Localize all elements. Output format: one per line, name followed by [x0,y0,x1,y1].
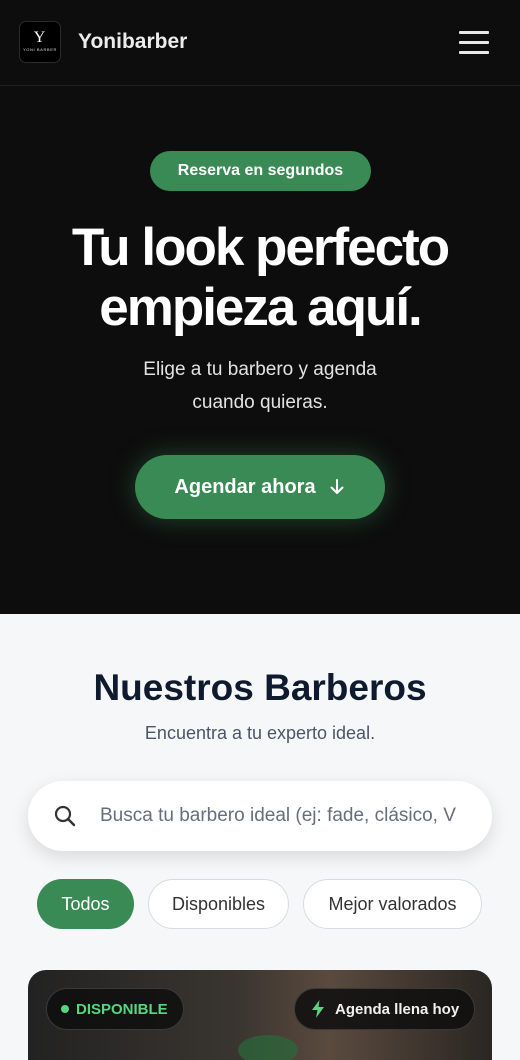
hero-subtitle-line2: cuando quieras. [192,392,328,413]
barber-card[interactable]: DISPONIBLE Agenda llena hoy [28,970,492,1060]
search-input[interactable] [100,781,470,851]
search-bar [28,781,492,851]
status-dot-icon [61,1005,69,1013]
card-image-glow [238,1035,298,1060]
barbers-section-title: Nuestros Barberos [93,667,427,708]
search-icon [54,805,76,827]
logo-text: YONI BARBER [23,47,57,52]
hero-title-line2: empieza aquí. [99,278,423,337]
hero-title: Tu look perfecto empieza aquí. [0,218,520,338]
filter-all-button[interactable]: Todos [37,879,134,929]
menu-icon[interactable] [459,31,490,55]
schedule-tag-label: Agenda llena hoy [335,1000,460,1018]
top-navbar: Y YONI BARBER Yonibarber [0,0,520,86]
status-badge: DISPONIBLE [46,988,184,1030]
barbers-section-subtitle: Encuentra a tu experto ideal. [144,723,376,743]
book-now-button[interactable]: Agendar ahora [135,455,385,519]
hero-subtitle: Elige a tu barbero y agenda cuando quier… [0,353,520,419]
brand-name[interactable]: Yonibarber [78,30,187,54]
book-now-label: Agendar ahora [174,475,316,498]
lightning-icon [312,1000,324,1018]
hero-section: Reserva en segundos Tu look perfecto emp… [0,86,520,614]
filter-top-rated-button[interactable]: Mejor valorados [303,879,482,929]
filter-available-button[interactable]: Disponibles [148,879,289,929]
hero-pill: Reserva en segundos [150,151,371,191]
brand-logo[interactable]: Y YONI BARBER [19,21,61,63]
hero-subtitle-line1: Elige a tu barbero y agenda [143,359,377,380]
schedule-tag: Agenda llena hoy [294,988,475,1030]
status-badge-label: DISPONIBLE [76,1000,168,1018]
arrow-down-icon [330,479,344,494]
hero-title-line1: Tu look perfecto [71,218,450,277]
logo-letter: Y [33,29,47,46]
